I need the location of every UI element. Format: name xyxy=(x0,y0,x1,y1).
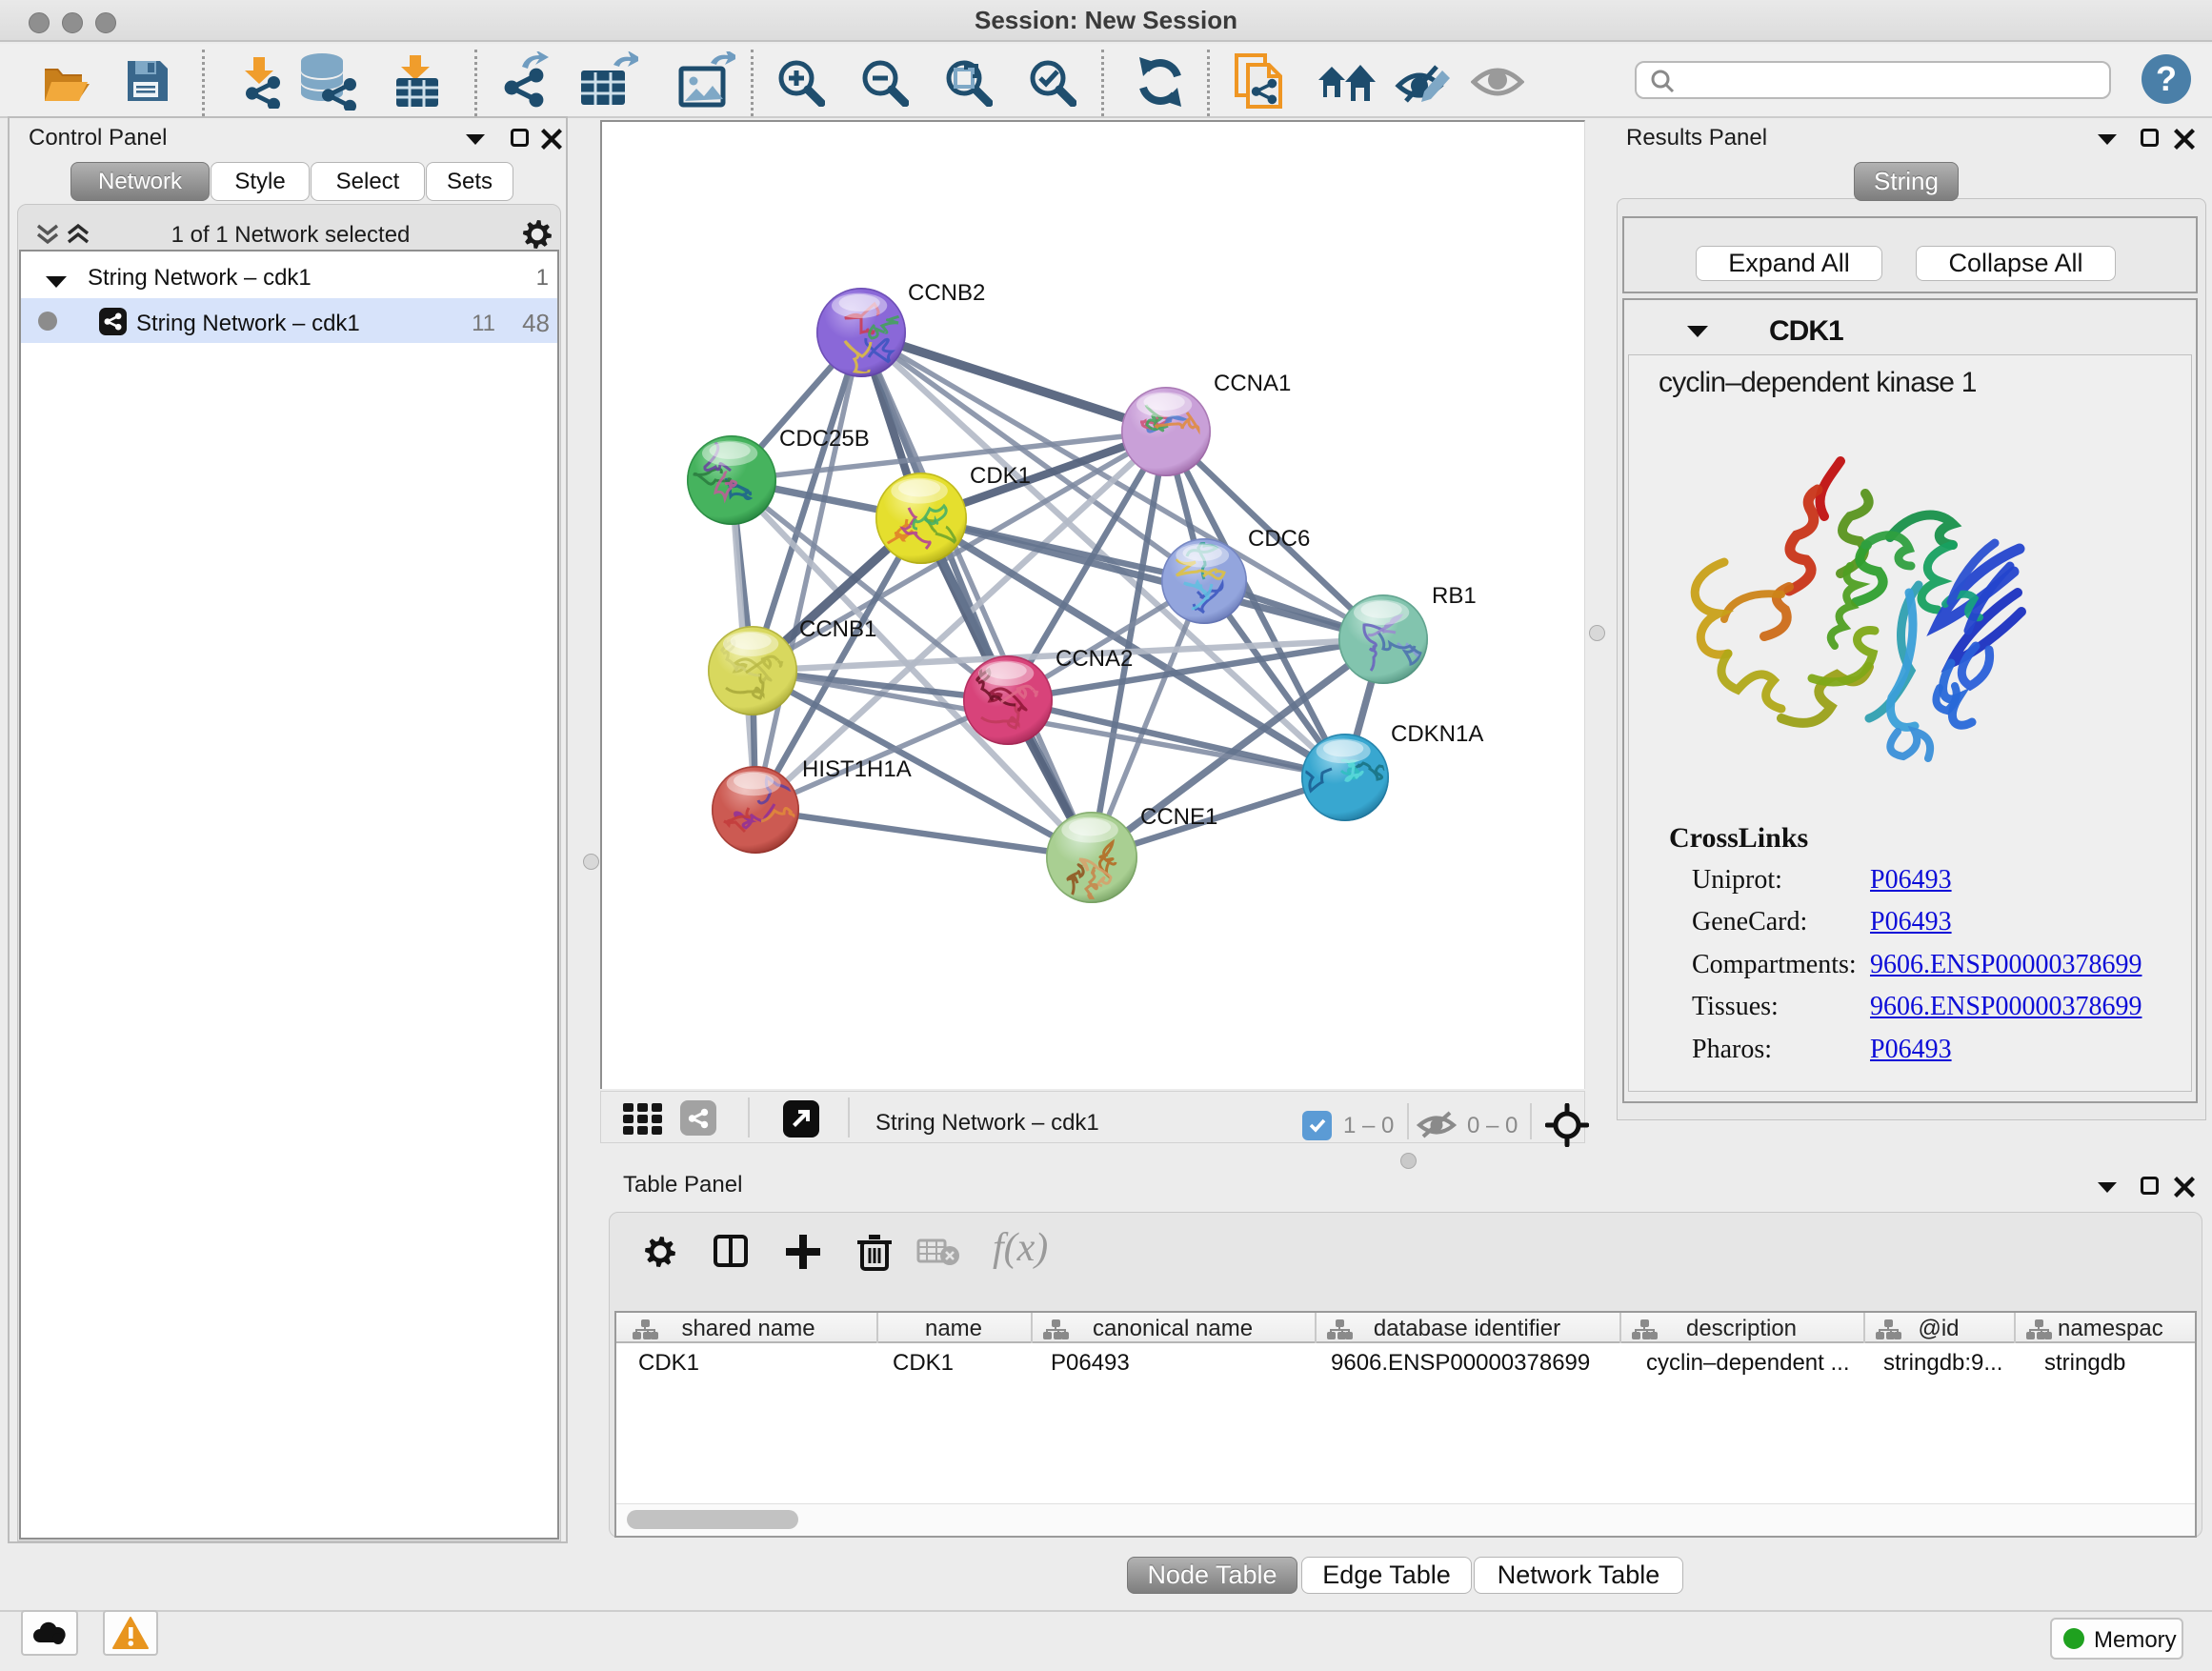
svg-text:CDC25B: CDC25B xyxy=(779,426,870,452)
svg-text:HIST1H1A: HIST1H1A xyxy=(802,756,912,782)
svg-text:CCNB1: CCNB1 xyxy=(799,616,876,642)
svg-text:CDK1: CDK1 xyxy=(970,463,1031,489)
svg-text:CDC6: CDC6 xyxy=(1248,526,1310,552)
svg-text:CDKN1A: CDKN1A xyxy=(1391,721,1483,747)
svg-text:CCNA2: CCNA2 xyxy=(1056,646,1133,672)
svg-text:RB1: RB1 xyxy=(1432,583,1477,609)
svg-text:CCNA1: CCNA1 xyxy=(1214,371,1291,396)
svg-text:CCNB2: CCNB2 xyxy=(908,280,985,306)
svg-text:CCNE1: CCNE1 xyxy=(1140,804,1217,830)
